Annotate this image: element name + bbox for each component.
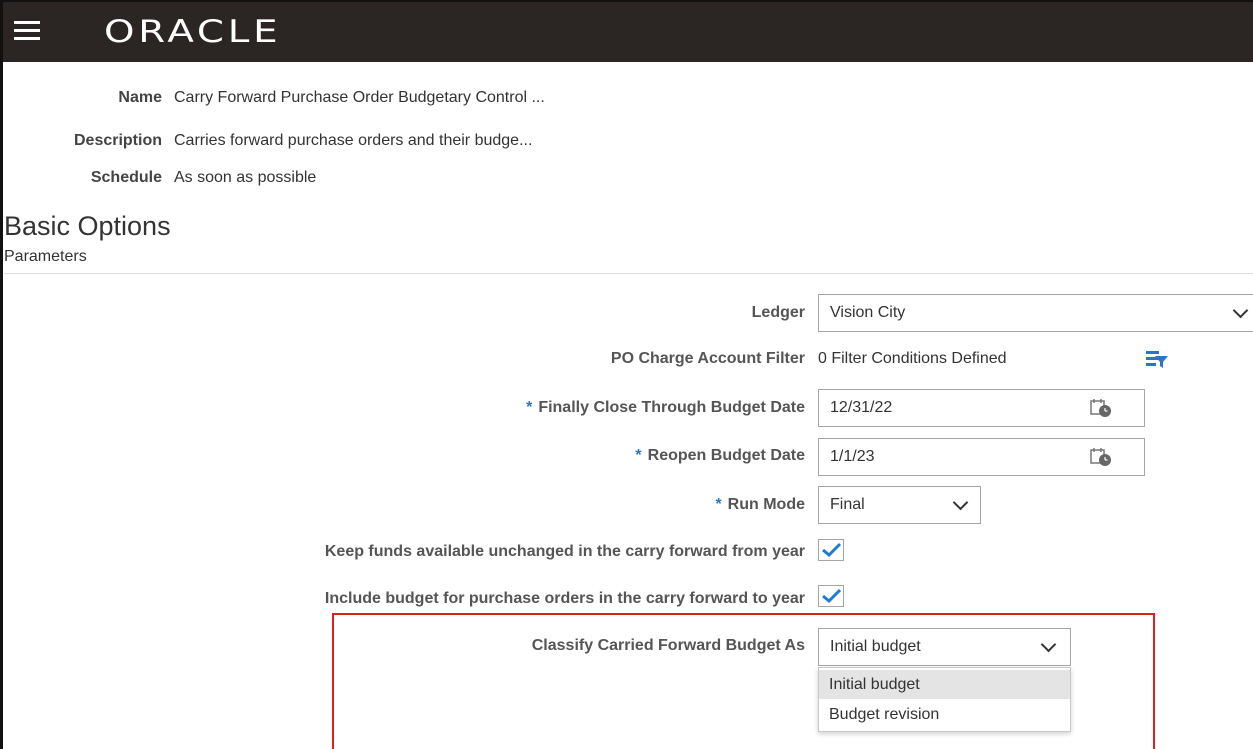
reopen-date-value: 1/1/23 (830, 448, 875, 465)
schedule-label: Schedule (90, 169, 162, 186)
keep-funds-label: Keep funds available unchanged in the ca… (324, 543, 805, 560)
section-divider (4, 273, 1253, 274)
ledger-select[interactable]: Vision City (818, 294, 1253, 332)
required-marker: * (715, 496, 722, 513)
close-date-value: 12/31/22 (830, 399, 893, 416)
schedule-value: As soon as possible (174, 169, 317, 186)
section-title: Basic Options (4, 211, 171, 241)
run-mode-value: Final (830, 496, 865, 513)
include-budget-label: Include budget for purchase orders in th… (324, 590, 805, 607)
filter-conditions-icon[interactable] (1145, 349, 1169, 369)
job-schedule-row: Schedule As soon as possible (0, 167, 1253, 189)
po-filter-label: PO Charge Account Filter (610, 350, 805, 367)
classify-value: Initial budget (830, 638, 921, 655)
job-name-row: Name Carry Forward Purchase Order Budget… (0, 87, 1253, 109)
description-label: Description (73, 132, 162, 149)
dropdown-option-initial-budget[interactable]: Initial budget (819, 670, 1070, 699)
required-marker: * (635, 447, 642, 464)
name-value: Carry Forward Purchase Order Budgetary C… (174, 89, 545, 106)
po-filter-value[interactable]: 0 Filter Conditions Defined (818, 348, 1007, 370)
close-date-input[interactable]: 12/31/22 (818, 389, 1145, 427)
chevron-down-icon (1040, 636, 1057, 653)
classify-dropdown-list: Initial budget Budget revision (818, 667, 1071, 732)
ledger-label: Ledger (751, 304, 805, 321)
dropdown-option-budget-revision[interactable]: Budget revision (819, 700, 1070, 729)
reopen-date-label: * Reopen Budget Date (635, 447, 805, 464)
hamburger-menu-icon[interactable] (14, 21, 44, 43)
calendar-icon[interactable] (1090, 398, 1112, 418)
checkmark-icon (822, 588, 842, 604)
checkmark-icon (822, 542, 842, 558)
run-mode-label: * Run Mode (715, 496, 805, 513)
chevron-down-icon (952, 494, 969, 511)
job-description-row: Description Carries forward purchase ord… (0, 130, 1253, 152)
required-marker: * (526, 399, 533, 416)
ledger-value: Vision City (830, 304, 906, 321)
calendar-icon[interactable] (1090, 447, 1112, 467)
description-value: Carries forward purchase orders and thei… (174, 132, 533, 149)
include-budget-checkbox[interactable] (818, 585, 844, 607)
run-mode-select[interactable]: Final (818, 486, 981, 524)
section-subtitle: Parameters (4, 248, 87, 265)
keep-funds-checkbox[interactable] (818, 539, 844, 561)
close-date-label: * Finally Close Through Budget Date (526, 399, 805, 416)
name-label: Name (118, 89, 162, 106)
oracle-logo[interactable]: ORACLE (104, 14, 281, 50)
chevron-down-icon (1232, 302, 1249, 319)
top-navigation-bar: ORACLE (0, 0, 1253, 62)
classify-select[interactable]: Initial budget (818, 628, 1071, 666)
classify-label: Classify Carried Forward Budget As (531, 637, 805, 654)
reopen-date-input[interactable]: 1/1/23 (818, 438, 1145, 476)
